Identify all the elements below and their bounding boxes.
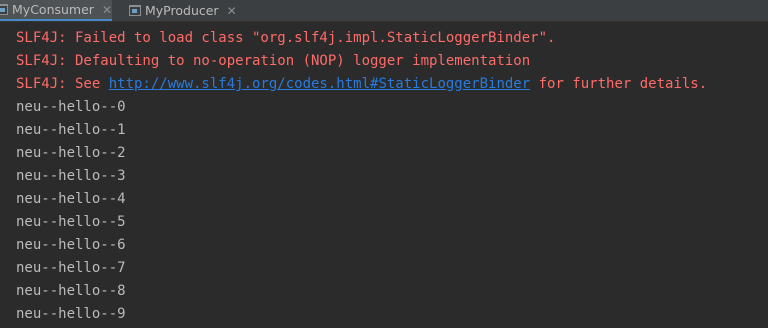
console-icon: [0, 4, 9, 15]
tab-myproducer[interactable]: MyProducer ✕: [112, 0, 242, 21]
output-line: neu--hello--6: [16, 237, 126, 253]
close-icon[interactable]: ✕: [227, 5, 237, 17]
run-tab-bar: MyConsumer ✕ MyProducer ✕: [0, 0, 768, 22]
console-icon: [129, 5, 141, 16]
documentation-link[interactable]: http://www.slf4j.org/codes.html#StaticLo…: [109, 76, 530, 92]
tab-label: MyConsumer: [12, 2, 94, 17]
output-line: neu--hello--4: [16, 191, 126, 207]
output-line: neu--hello--2: [16, 145, 126, 161]
error-line: SLF4J: Failed to load class "org.slf4j.i…: [16, 30, 556, 46]
close-icon[interactable]: ✕: [102, 4, 112, 16]
output-line: neu--hello--0: [16, 99, 126, 115]
output-line: neu--hello--3: [16, 168, 126, 184]
error-text: for further details.: [530, 76, 708, 92]
output-line: neu--hello--8: [16, 283, 126, 299]
output-line: neu--hello--5: [16, 214, 126, 230]
output-line: neu--hello--9: [16, 306, 126, 322]
console-output[interactable]: SLF4J: Failed to load class "org.slf4j.i…: [0, 22, 768, 328]
error-line: SLF4J: Defaulting to no-operation (NOP) …: [16, 53, 531, 69]
tab-label: MyProducer: [145, 3, 219, 18]
output-line: neu--hello--7: [16, 260, 126, 276]
error-text: SLF4J: See: [16, 76, 109, 92]
error-line: SLF4J: See http://www.slf4j.org/codes.ht…: [16, 73, 768, 96]
output-line: neu--hello--1: [16, 122, 126, 138]
tab-myconsumer[interactable]: MyConsumer ✕: [0, 0, 112, 21]
run-console-window: MyConsumer ✕ MyProducer ✕ SLF4J: Failed …: [0, 0, 768, 328]
